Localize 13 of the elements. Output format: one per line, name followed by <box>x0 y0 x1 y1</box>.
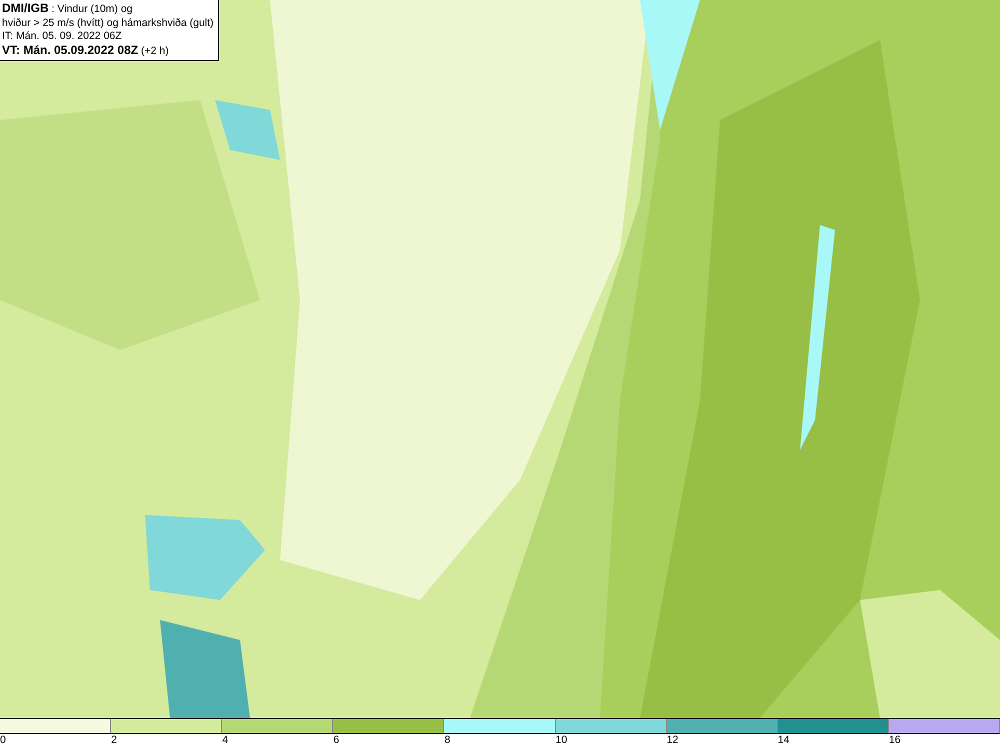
legend-tick-label: 14 <box>778 734 790 747</box>
title-line: IT: Mán. 05. 09. 2022 06Z <box>2 30 123 44</box>
legend-tick-label: 12 <box>666 734 678 747</box>
legend-tick-label: 0 <box>0 734 6 747</box>
title-line: DMI/IGB : Vindur (10m) og <box>2 2 134 16</box>
legend-tick-label: 2 <box>111 734 117 747</box>
legend-tick-label: 8 <box>444 734 450 747</box>
title-line: hviður > 25 m/s (hvítt) og hámarkshviða (gult) <box>2 16 214 30</box>
legend-tick-label: 4 <box>222 734 228 747</box>
legend-tick-label: 6 <box>333 734 340 747</box>
title-line: VT: Mán. 05.09.2022 08Z (+2 h) <box>2 44 170 58</box>
legend-tick-label: 10 <box>556 734 568 747</box>
legend-tick-label: 16 <box>888 734 901 747</box>
